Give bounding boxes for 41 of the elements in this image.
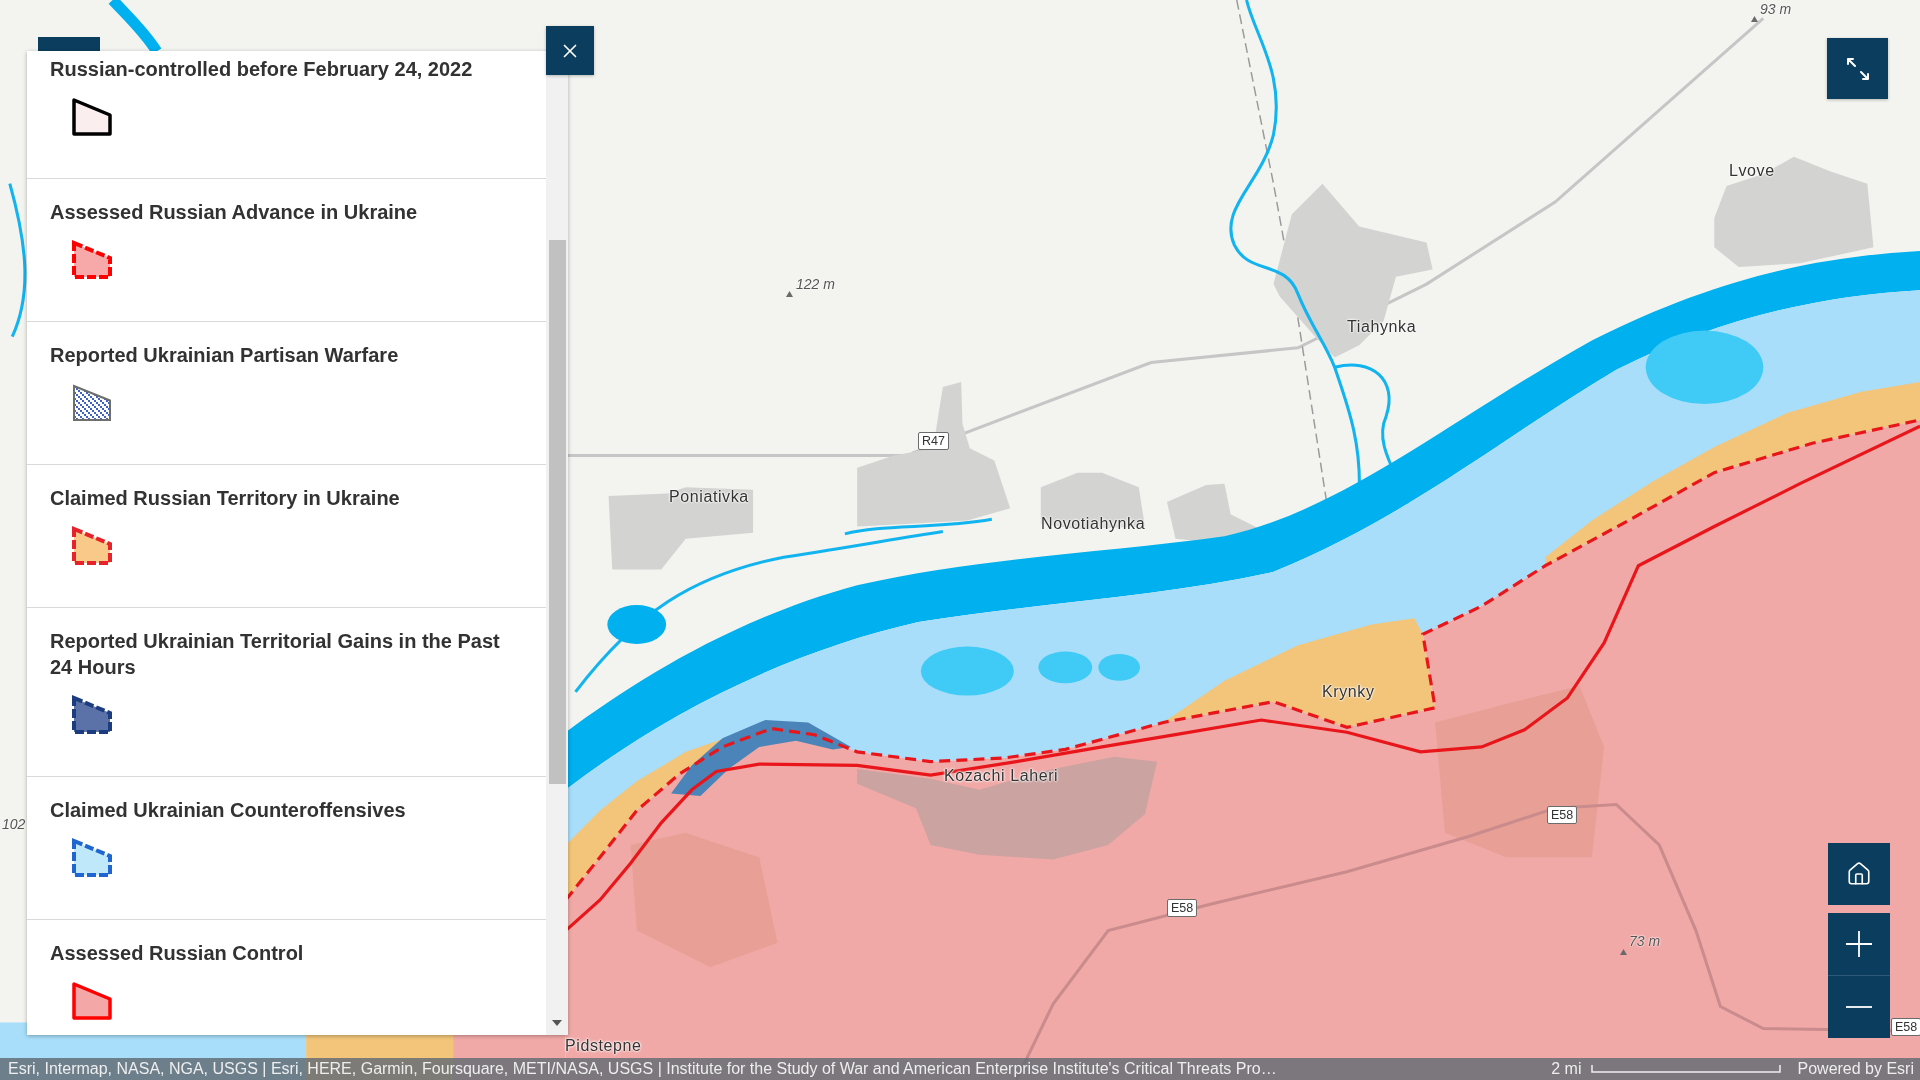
elevation-label: 93 m bbox=[1760, 1, 1792, 18]
road-number-sign: E58 bbox=[1547, 806, 1578, 824]
elevation-marker-icon bbox=[1751, 16, 1758, 22]
powered-by-link[interactable]: Powered by Esri bbox=[1797, 1059, 1914, 1079]
elevation-label: 122 m bbox=[796, 276, 835, 293]
place-label: Kozachi Laheri bbox=[944, 766, 1059, 786]
close-button[interactable] bbox=[546, 26, 594, 75]
elevation-label: 102 bbox=[2, 816, 26, 833]
legend-label: Reported Ukrainian Territorial Gains in the Past 24 Hours bbox=[50, 629, 501, 680]
zoom-in-button[interactable] bbox=[1828, 913, 1890, 975]
legend-label: Russian-controlled before February 24, 2022 bbox=[50, 57, 474, 82]
road-number-sign: E58 bbox=[1891, 1018, 1920, 1036]
attribution-text: Esri, Intermap, NASA, NGA, USGS | Esri, HERE, Garmin, Foursquare, METI/NASA, USGS | Institute for the Study of War and American Enterprise Institute's Critical Threats Pro… bbox=[8, 1059, 1277, 1079]
place-label: Lvove bbox=[1729, 161, 1775, 181]
legend-label: Reported Ukrainian Partisan Warfare bbox=[50, 343, 400, 368]
elevation-marker-icon bbox=[1620, 949, 1627, 955]
scrollbar-thumb[interactable] bbox=[548, 240, 566, 784]
place-label: Pidstepne bbox=[565, 1036, 642, 1056]
scroll-down-arrow-icon[interactable] bbox=[552, 1020, 562, 1026]
home-icon bbox=[1846, 861, 1872, 887]
place-label: Krynky bbox=[1322, 682, 1375, 702]
fullscreen-button[interactable] bbox=[1827, 38, 1888, 99]
lake-area bbox=[607, 604, 667, 645]
lake-area bbox=[1038, 651, 1093, 684]
scale-bar-icon bbox=[1590, 1065, 1781, 1073]
place-label: Poniativka bbox=[669, 487, 749, 507]
place-label: Tiahynka bbox=[1347, 317, 1417, 337]
road-number-sign: E58 bbox=[1167, 899, 1198, 917]
lake-area bbox=[1098, 653, 1140, 681]
legend-label: Claimed Russian Territory in Ukraine bbox=[50, 486, 401, 511]
road-number-sign: R47 bbox=[918, 432, 949, 450]
zoom-in-icon bbox=[1846, 931, 1872, 957]
elevation-label: 73 m bbox=[1629, 933, 1661, 950]
legend-label: Assessed Russian Advance in Ukraine bbox=[50, 200, 419, 225]
home-button[interactable] bbox=[1828, 843, 1890, 905]
legend-label: Claimed Ukrainian Counteroffensives bbox=[50, 798, 407, 823]
elevation-marker-icon bbox=[786, 291, 793, 297]
legend-label: Assessed Russian Control bbox=[50, 941, 305, 966]
expand-icon bbox=[1846, 57, 1869, 80]
scale-label: 2 mi bbox=[1551, 1059, 1582, 1079]
place-label: Novotiahynka bbox=[1041, 514, 1146, 534]
